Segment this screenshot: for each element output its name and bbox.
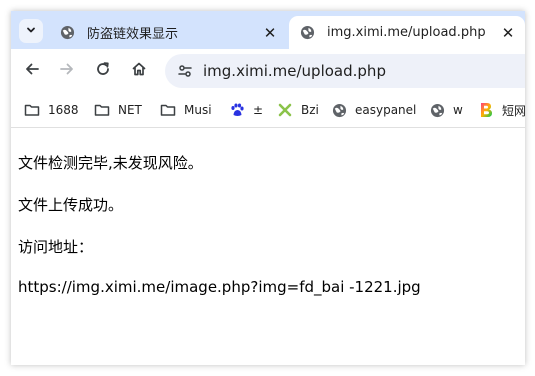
bookmarks-bar: 1688 NET Musi ± Bzi easypanel w 短网 xyxy=(11,93,525,128)
tab-bar: 防盗链效果显示 ✕ img.ximi.me/upload.php ✕ xyxy=(11,11,525,49)
bookmark-musi[interactable]: Musi xyxy=(160,101,212,119)
reload-icon xyxy=(95,61,111,81)
bookmark-bzi[interactable]: Bzi xyxy=(277,101,319,119)
bookmark-easypanel[interactable]: easypanel xyxy=(331,101,416,119)
bookmark-1688[interactable]: 1688 xyxy=(24,101,79,119)
forward-button[interactable] xyxy=(55,59,79,83)
site-info-icon[interactable] xyxy=(175,61,195,81)
close-icon[interactable]: ✕ xyxy=(259,22,281,44)
baidu-paw-icon xyxy=(229,102,245,118)
scan-result-text: 文件检测完毕,未发现风险。 xyxy=(18,154,203,172)
tab-upload-php[interactable]: img.ximi.me/upload.php ✕ xyxy=(289,16,525,49)
bookmark-label: ± xyxy=(253,103,264,117)
globe-icon xyxy=(299,25,315,41)
access-address-label: 访问地址： xyxy=(18,238,94,256)
arrow-right-icon xyxy=(59,61,75,81)
bookmark-label: easypanel xyxy=(355,103,417,117)
tab-title: img.ximi.me/upload.php xyxy=(327,25,486,40)
bookmark-baidu[interactable]: ± xyxy=(229,101,263,119)
page-content: 文件检测完毕,未发现风险。 文件上传成功。 访问地址： https://img.… xyxy=(11,128,525,365)
upload-success-text: 文件上传成功。 xyxy=(18,196,124,214)
close-icon[interactable]: ✕ xyxy=(497,22,519,44)
access-url-text[interactable]: https://img.ximi.me/image.php?img=fd_bai… xyxy=(18,278,421,296)
address-bar[interactable]: img.ximi.me/upload.php xyxy=(165,54,525,88)
reload-button[interactable] xyxy=(91,59,115,83)
folder-icon xyxy=(24,102,40,118)
b-logo-icon xyxy=(478,102,494,118)
globe-icon xyxy=(331,102,347,118)
toolbar: img.ximi.me/upload.php xyxy=(11,49,525,93)
bookmark-w[interactable]: w xyxy=(429,101,463,119)
bookmark-label: Musi xyxy=(184,103,212,117)
home-button[interactable] xyxy=(127,59,151,83)
tab-title: 防盗链效果显示 xyxy=(87,27,179,42)
tab-search-button[interactable] xyxy=(19,19,43,43)
browser-window: 防盗链效果显示 ✕ img.ximi.me/upload.php ✕ img.x… xyxy=(11,11,525,365)
bookmark-label: 短网 xyxy=(502,103,525,118)
arrow-left-icon xyxy=(24,61,40,81)
bookmark-net[interactable]: NET xyxy=(94,101,142,119)
globe-icon xyxy=(429,102,445,118)
globe-icon xyxy=(59,25,75,41)
bookmark-label: w xyxy=(453,103,463,117)
chevron-down-icon xyxy=(26,25,36,38)
bookmark-label: 1688 xyxy=(48,103,79,117)
home-icon xyxy=(131,61,147,81)
url-text: img.ximi.me/upload.php xyxy=(203,62,386,80)
back-button[interactable] xyxy=(20,59,44,83)
bookmark-short-url[interactable]: 短网 xyxy=(478,101,525,119)
folder-icon xyxy=(94,102,110,118)
folder-icon xyxy=(160,102,176,118)
tab-hotlink-display[interactable]: 防盗链效果显示 ✕ xyxy=(49,16,287,49)
x-logo-icon xyxy=(277,102,293,118)
bookmark-label: Bzi xyxy=(301,103,319,117)
bookmark-label: NET xyxy=(118,103,142,117)
